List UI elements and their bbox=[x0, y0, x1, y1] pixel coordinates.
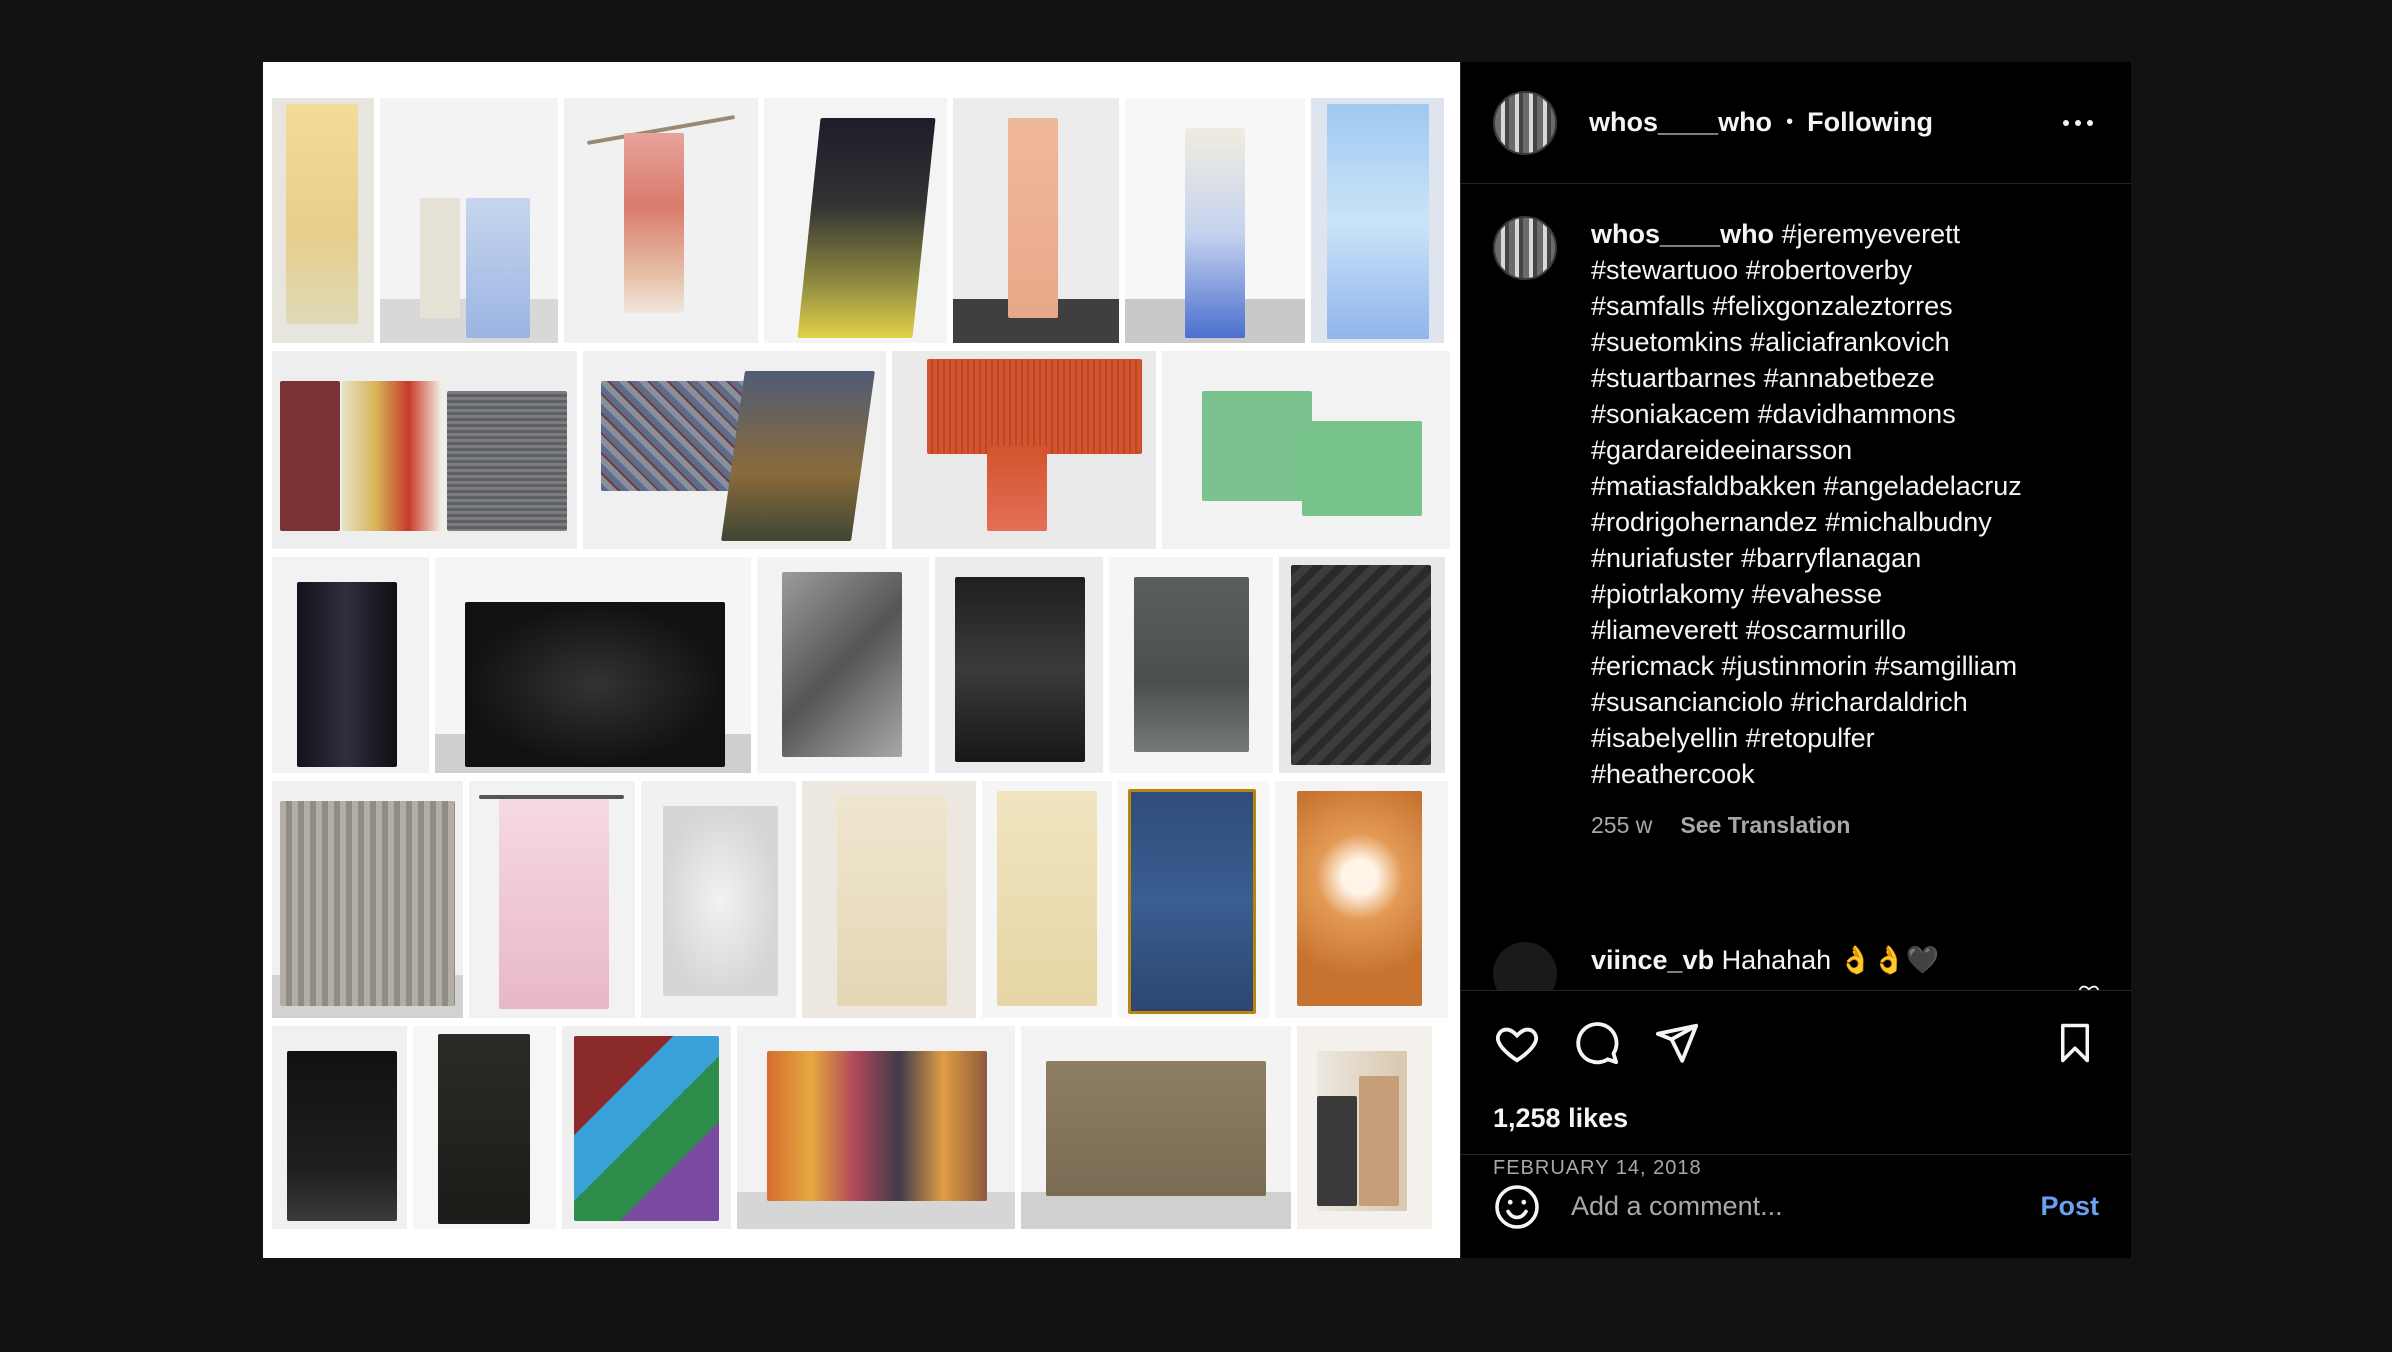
comment-body: Hahahah 👌👌🖤 bbox=[1714, 945, 1940, 975]
comment-text: viince_vb Hahahah 👌👌🖤 bbox=[1591, 942, 1940, 978]
artwork-tile bbox=[1162, 351, 1450, 549]
post-header: whos____who • Following bbox=[1461, 62, 2131, 184]
artwork-tile bbox=[272, 781, 463, 1018]
artwork-tile bbox=[1279, 557, 1445, 773]
comment-icon[interactable] bbox=[1573, 1019, 1621, 1067]
artwork-tile bbox=[641, 781, 796, 1018]
artwork-tile bbox=[953, 98, 1119, 343]
collage-row bbox=[272, 98, 1456, 343]
following-button[interactable]: Following bbox=[1807, 107, 1933, 138]
see-translation-button[interactable]: See Translation bbox=[1680, 812, 1850, 839]
username-link[interactable]: whos____who bbox=[1589, 107, 1772, 138]
comment-item: viince_vb Hahahah 👌👌🖤 bbox=[1493, 942, 2100, 990]
artwork-tile bbox=[1297, 1026, 1432, 1229]
artwork-tile bbox=[982, 781, 1112, 1018]
artwork-tile bbox=[562, 1026, 731, 1229]
collage-row bbox=[272, 781, 1456, 1018]
collage-row bbox=[272, 557, 1456, 773]
artwork-tile bbox=[764, 98, 947, 343]
avatar[interactable] bbox=[1493, 90, 1557, 155]
artwork-tile bbox=[435, 557, 751, 773]
caption-meta: 255 w See Translation bbox=[1591, 812, 2091, 839]
caption-hashtags[interactable]: #jeremyeverett #stewartuoo #robertoverby… bbox=[1591, 219, 2022, 789]
comment-username-link[interactable]: viince_vb bbox=[1591, 945, 1714, 975]
artwork-tile bbox=[272, 1026, 407, 1229]
collage-row bbox=[272, 351, 1456, 549]
artwork-tile bbox=[583, 351, 886, 549]
heart-small-icon[interactable] bbox=[2078, 982, 2100, 990]
likes-count[interactable]: 1,258 likes bbox=[1493, 1103, 1628, 1134]
dot-separator: • bbox=[1786, 111, 1794, 133]
comment-avatar[interactable] bbox=[1493, 942, 1557, 990]
artwork-tile bbox=[380, 98, 558, 343]
collage-row bbox=[272, 1026, 1456, 1229]
caption-avatar[interactable] bbox=[1493, 216, 1557, 280]
more-options-icon[interactable] bbox=[2063, 119, 2093, 126]
artwork-tile bbox=[564, 98, 758, 343]
artwork-tile bbox=[757, 557, 929, 773]
artwork-collage bbox=[272, 98, 1456, 1258]
artwork-tile bbox=[1118, 781, 1269, 1018]
artwork-tile bbox=[272, 351, 577, 549]
artwork-tile bbox=[737, 1026, 1015, 1229]
post-age[interactable]: 255 w bbox=[1591, 812, 1652, 839]
artwork-tile bbox=[272, 557, 429, 773]
artwork-tile bbox=[1311, 98, 1444, 343]
comment-composer: Post bbox=[1461, 1154, 2131, 1258]
artwork-tile bbox=[413, 1026, 556, 1229]
action-icons bbox=[1493, 1019, 1701, 1067]
post-sidebar: whos____who • Following whos____who #jer… bbox=[1460, 62, 2131, 1258]
artwork-tile bbox=[935, 557, 1103, 773]
post-button[interactable]: Post bbox=[2040, 1191, 2099, 1222]
artwork-tile bbox=[1125, 98, 1305, 343]
bookmark-icon[interactable] bbox=[2051, 1019, 2099, 1067]
caption-text: whos____who #jeremyeverett #stewartuoo #… bbox=[1591, 216, 2091, 792]
share-icon[interactable] bbox=[1653, 1019, 1701, 1067]
artwork-tile bbox=[469, 781, 635, 1018]
caption: whos____who #jeremyeverett #stewartuoo #… bbox=[1493, 216, 2091, 839]
artwork-tile bbox=[272, 98, 374, 343]
comment-input[interactable] bbox=[1569, 1190, 2041, 1223]
artwork-tile bbox=[1275, 781, 1448, 1018]
post-image[interactable] bbox=[263, 62, 1460, 1258]
artwork-tile bbox=[1021, 1026, 1291, 1229]
artwork-tile bbox=[802, 781, 976, 1018]
artwork-tile bbox=[1109, 557, 1273, 773]
comments-section: whos____who #jeremyeverett #stewartuoo #… bbox=[1461, 184, 2131, 990]
artwork-tile bbox=[892, 351, 1156, 549]
caption-username-link[interactable]: whos____who bbox=[1591, 219, 1774, 249]
post-modal: whos____who • Following whos____who #jer… bbox=[263, 62, 2131, 1258]
emoji-icon[interactable] bbox=[1493, 1183, 1541, 1231]
heart-icon[interactable] bbox=[1493, 1019, 1541, 1067]
